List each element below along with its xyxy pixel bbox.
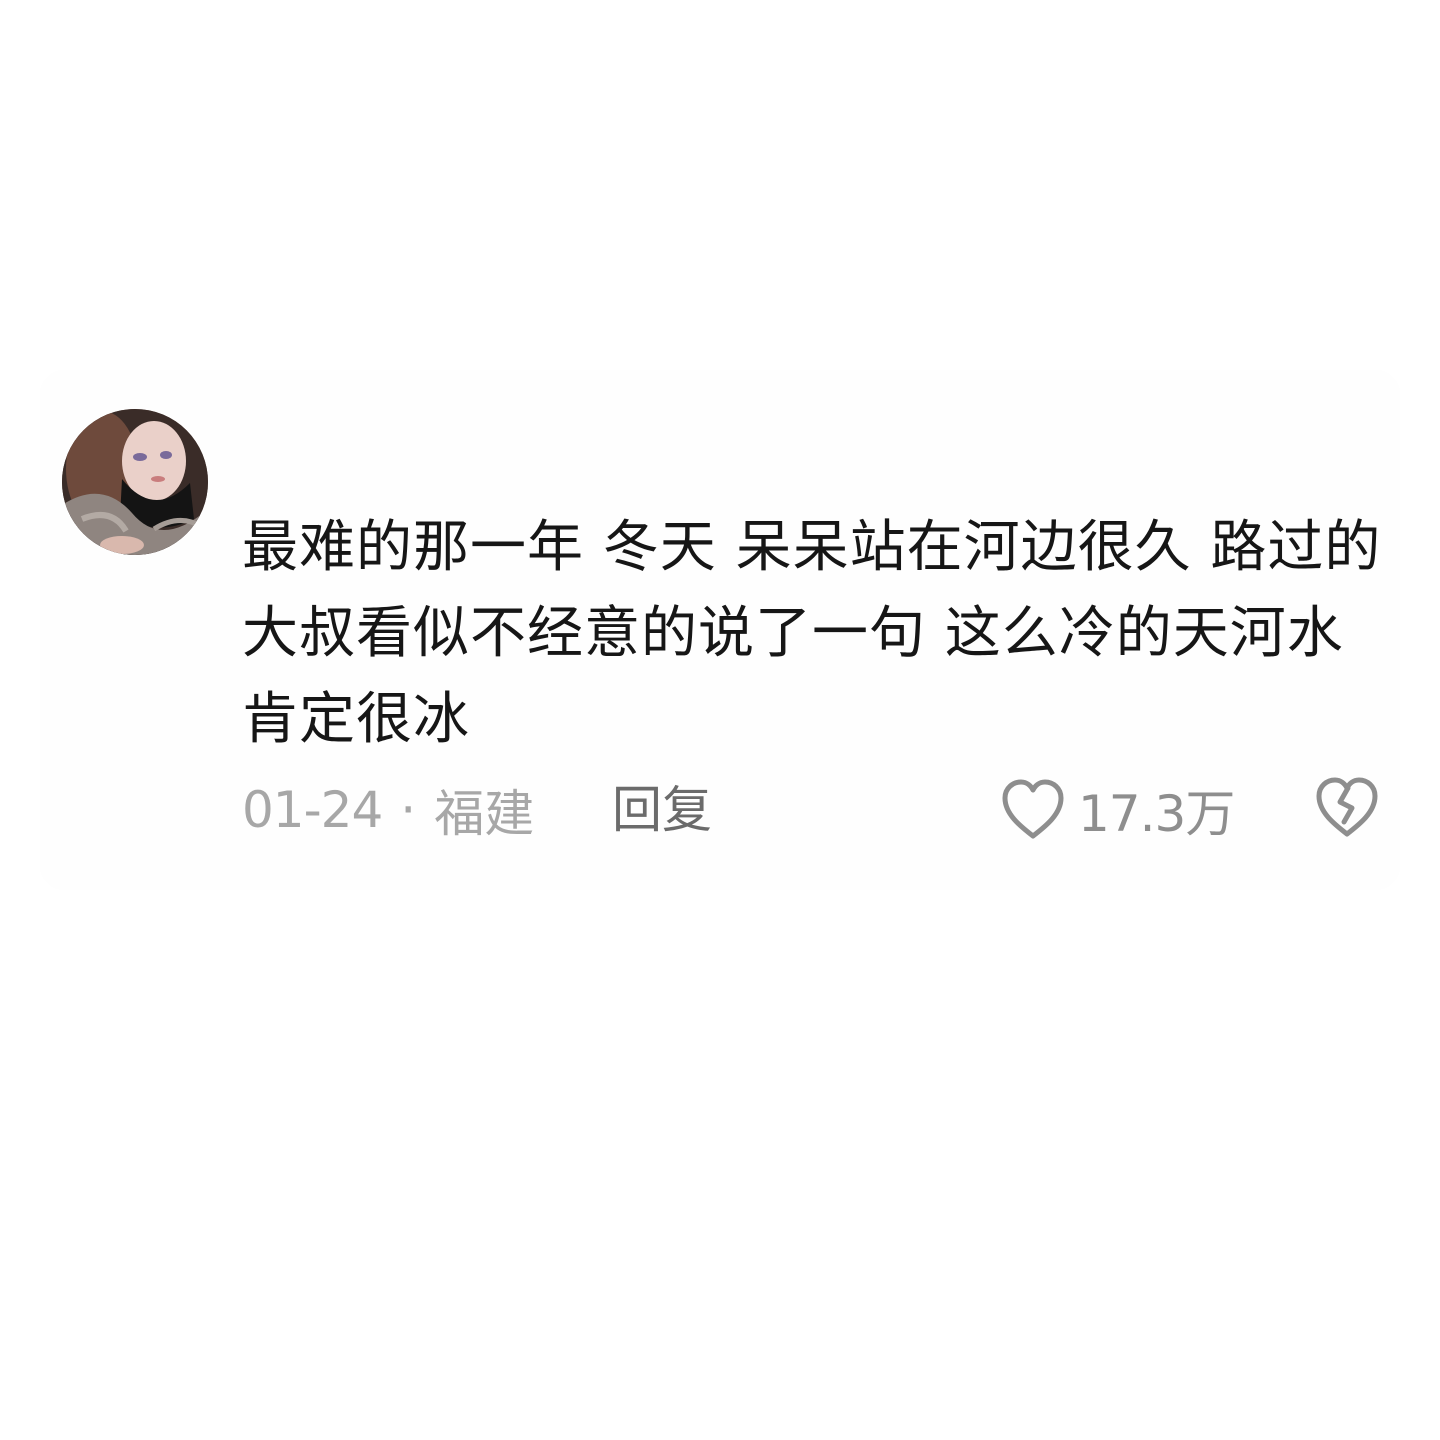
heart-outline-icon bbox=[1002, 779, 1064, 839]
comment-location: 福建 bbox=[434, 785, 535, 843]
reply-button[interactable]: 回复 bbox=[612, 778, 712, 842]
avatar-photo bbox=[62, 409, 208, 555]
like-count: 17.3万 bbox=[1078, 785, 1235, 843]
broken-heart-icon bbox=[1316, 777, 1378, 837]
comment-date: 01-24 bbox=[242, 781, 383, 839]
dislike-button[interactable] bbox=[1314, 776, 1380, 840]
like-button[interactable]: 17.3万 bbox=[1000, 776, 1235, 844]
meta-separator: · bbox=[400, 781, 417, 839]
comment-meta: 01-24 · 福建 bbox=[242, 778, 534, 843]
avatar[interactable] bbox=[62, 409, 208, 555]
comment-text: 最难的那一年 冬天 呆呆站在河边很久 路过的大叔看似不经意的说了一句 这么冷的天… bbox=[242, 515, 1382, 752]
